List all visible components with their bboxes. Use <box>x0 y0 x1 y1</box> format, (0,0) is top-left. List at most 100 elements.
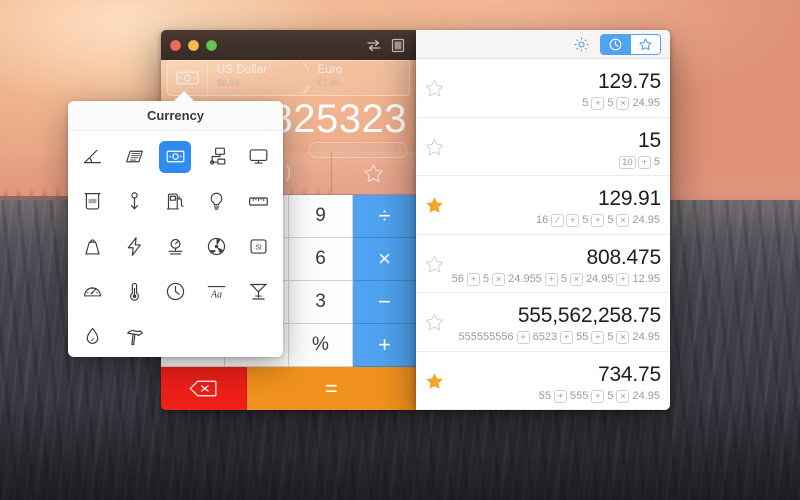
currency-from-name: US Dollar <box>217 64 268 76</box>
formula-number: 5 <box>607 97 614 110</box>
formula-number: 12.95 <box>632 272 660 285</box>
banknote-icon[interactable] <box>168 61 208 95</box>
formula-number: 5 <box>582 214 589 227</box>
formula-operator: ⁄ <box>551 214 565 228</box>
key-digit-9[interactable]: 9 <box>289 195 353 238</box>
key-digit-3[interactable]: 3 <box>289 281 353 324</box>
history-formula: 55 +555 +5 × 24.95 <box>538 389 661 404</box>
length-ruler-icon <box>242 186 274 218</box>
category-mass-weight-icon[interactable] <box>72 224 113 269</box>
calculator-titlebar[interactable] <box>161 30 416 60</box>
radiation-icon <box>201 231 233 263</box>
panel-toggle-icon[interactable] <box>390 38 406 53</box>
formula-operator: + <box>553 389 567 403</box>
star-filled-icon[interactable] <box>425 372 444 390</box>
history-result: 129.75 <box>597 70 661 94</box>
formula-operator: × <box>492 272 506 286</box>
key-divide[interactable]: ÷ <box>353 195 416 238</box>
category-energy-icon[interactable] <box>72 179 113 224</box>
category-si-prefix-icon[interactable]: SI <box>238 224 279 269</box>
star-outline-icon[interactable] <box>425 79 444 97</box>
close-button[interactable] <box>170 40 181 51</box>
star-outline-icon[interactable] <box>425 255 444 273</box>
formula-number: 555 <box>569 389 589 402</box>
tab-favorites[interactable] <box>631 34 660 54</box>
star-outline-icon[interactable] <box>425 313 444 331</box>
history-row[interactable]: 734.75 55 +555 +5 × 24.95 <box>416 352 670 410</box>
formula-number: 24.95 <box>632 389 660 402</box>
star-filled-icon[interactable] <box>425 196 444 214</box>
light-icon <box>201 186 233 218</box>
minimize-button[interactable] <box>188 40 199 51</box>
category-speed-icon[interactable] <box>72 269 113 314</box>
category-angle-icon[interactable] <box>72 134 113 179</box>
currency-to-value: €7.06 <box>317 78 341 88</box>
category-length-ruler-icon[interactable] <box>238 179 279 224</box>
key-multiply[interactable]: × <box>353 238 416 281</box>
category-tools-hammer-icon[interactable] <box>113 314 154 359</box>
formula-number: 16 <box>535 214 549 227</box>
currency-from[interactable]: US Dollar $8.94 <box>208 61 309 95</box>
category-light-icon[interactable] <box>196 179 237 224</box>
history-row[interactable]: 555,562,258.75 555555556 +6523 +55 +5 × 24.95 <box>416 293 670 352</box>
swap-arrows-icon[interactable] <box>366 38 382 53</box>
key-percent[interactable]: % <box>289 324 353 367</box>
history-panel: 129.75 5 +5 × 24.95 15 10 +5 129.91 16 ⁄ +5 +5 × 24.95… <box>416 30 670 410</box>
formula-operator: + <box>591 389 605 403</box>
history-row[interactable]: 129.75 5 +5 × 24.95 <box>416 59 670 118</box>
energy-icon <box>77 186 109 218</box>
key-backspace[interactable] <box>161 367 247 410</box>
history-formula: 555555556 +6523 +55 +5 × 24.95 <box>458 330 661 345</box>
category-pressure-gauge-icon[interactable] <box>155 224 196 269</box>
gear-icon[interactable] <box>572 35 590 53</box>
history-result: 15 <box>638 128 661 152</box>
currency-converter-bar[interactable]: US Dollar $8.94 Euro €7.06 <box>167 60 410 96</box>
formula-operator: × <box>569 272 583 286</box>
key-digit-6[interactable]: 6 <box>289 238 353 281</box>
category-typography-icon[interactable]: Aa <box>196 269 237 314</box>
history-row[interactable]: 808.475 56 +5 × 24.955 +5 × 24.95 +12.95 <box>416 235 670 293</box>
formula-number: 55 <box>576 331 589 344</box>
formula-operator: + <box>637 155 651 169</box>
history-list[interactable]: 129.75 5 +5 × 24.95 15 10 +5 129.91 16 ⁄ +5 +5 × 24.95… <box>416 59 670 410</box>
currency-icon <box>159 140 192 173</box>
key-minus[interactable]: − <box>353 281 416 324</box>
time-clock-icon <box>159 276 191 308</box>
category-liquid-drop-icon[interactable] <box>72 314 113 359</box>
key-favorite-star[interactable] <box>331 152 416 195</box>
maximize-button[interactable] <box>206 40 217 51</box>
history-formula: 16 ⁄ +5 +5 × 24.95 <box>535 213 661 228</box>
category-data-storage-icon[interactable] <box>196 134 237 179</box>
tab-history[interactable] <box>601 34 630 54</box>
category-currency-icon[interactable] <box>155 134 196 179</box>
category-temperature-icon[interactable] <box>113 269 154 314</box>
star-outline-icon[interactable] <box>425 138 444 156</box>
category-force-icon[interactable] <box>113 179 154 224</box>
tools-hammer-icon <box>118 321 150 353</box>
history-favorites-segmented-control[interactable] <box>600 33 661 55</box>
formula-number: 6523 <box>532 331 558 344</box>
formula-operator: + <box>566 214 580 228</box>
formula-operator: + <box>616 272 630 286</box>
history-row[interactable]: 15 10 +5 <box>416 118 670 176</box>
category-power-bolt-icon[interactable] <box>113 224 154 269</box>
key-plus[interactable]: + <box>353 324 416 367</box>
category-display-icon[interactable] <box>238 134 279 179</box>
formula-number: 24.95 <box>585 272 614 285</box>
formula-number: 24.95 <box>632 331 660 344</box>
category-fuel-icon[interactable] <box>155 179 196 224</box>
formula-number: 5 <box>607 331 614 344</box>
formula-number: 5 <box>607 214 614 227</box>
formula-operator: + <box>467 272 481 286</box>
category-area-icon[interactable] <box>113 134 154 179</box>
fuel-icon <box>159 186 191 218</box>
history-row[interactable]: 129.91 16 ⁄ +5 +5 × 24.95 <box>416 176 670 235</box>
formula-operator: + <box>591 97 605 111</box>
liquid-drop-icon <box>77 321 109 353</box>
category-volume-flask-icon[interactable] <box>238 269 279 314</box>
currency-to[interactable]: Euro €7.06 <box>309 61 410 95</box>
formula-operator: + <box>591 331 605 345</box>
key-equals[interactable]: = <box>246 367 416 410</box>
category-radiation-icon[interactable] <box>196 224 237 269</box>
category-time-clock-icon[interactable] <box>155 269 196 314</box>
